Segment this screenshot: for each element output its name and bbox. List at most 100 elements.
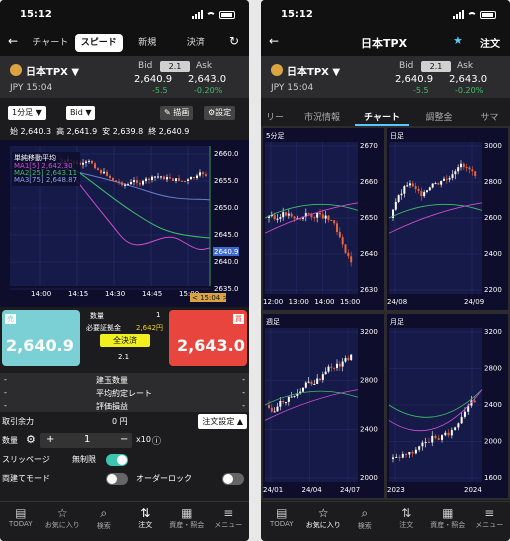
- bottom-nav-label: 検索: [96, 522, 111, 530]
- refresh-icon[interactable]: ↻: [229, 34, 239, 48]
- bottom-nav-item[interactable]: ☆ お気に入り: [42, 502, 84, 541]
- mini-chart-title: 週足: [266, 317, 280, 326]
- y-tick-label: 2400: [360, 425, 378, 433]
- bottom-nav-item[interactable]: ≡ メニュー: [469, 502, 510, 541]
- candle-body: [97, 168, 99, 170]
- mini-chart[interactable]: 週足 3200 2800 2400 2000 24/01 24/04 24/07: [263, 314, 384, 498]
- candle-body: [409, 183, 411, 186]
- page-title: 日本TPX: [361, 37, 408, 50]
- order-settings-button[interactable]: 注文設定 ▲: [198, 414, 247, 429]
- candle-body: [273, 214, 276, 220]
- settings-button[interactable]: ⚙設定: [204, 106, 236, 120]
- bottom-nav-item[interactable]: ☆ お気に入り: [303, 502, 345, 541]
- ohlc-row: 始 2,640.3 高 2,641.9 安 2,639.8 終 2,640.9: [10, 126, 245, 137]
- bottom-nav-item[interactable]: ≡ メニュー: [208, 502, 250, 541]
- price-chart[interactable]: 単純移動平均 MA1[5] 2,642.30 MA2[25] 2,643.11 …: [0, 140, 249, 307]
- minus-icon[interactable]: −: [120, 434, 128, 445]
- candle-body: [88, 160, 90, 162]
- candle-body: [287, 396, 290, 403]
- y-tick-label: 2000: [484, 438, 502, 446]
- battery-icon: [480, 11, 496, 19]
- candle-body: [273, 411, 276, 413]
- back-arrow-icon[interactable]: ←: [269, 34, 279, 48]
- bottom-nav-item[interactable]: ▤ TODAY: [0, 502, 42, 541]
- candle-body: [403, 186, 406, 194]
- candle-body: [94, 163, 96, 169]
- candle-body: [420, 191, 423, 197]
- candle-body: [163, 176, 165, 180]
- order-lock-toggle[interactable]: [222, 473, 244, 485]
- candle-body: [321, 214, 324, 219]
- candle-body: [279, 400, 282, 407]
- candle-body: [462, 163, 465, 168]
- symbol-selector[interactable]: 日本TPX ▼: [26, 63, 79, 78]
- back-arrow-icon[interactable]: ←: [8, 34, 18, 48]
- buy-button[interactable]: 買 2,643.0: [169, 310, 247, 366]
- mini-chart[interactable]: 5分足 2670 2660 2650 2640 2630 12:00 13:00 14:00 15…: [263, 128, 384, 310]
- candle-body: [130, 182, 132, 185]
- candle-body: [145, 178, 147, 181]
- symbol-selector[interactable]: 日本TPX ▼: [287, 63, 340, 78]
- sell-button[interactable]: 売 2,640.9: [2, 310, 80, 366]
- search-icon: ⌕: [100, 506, 108, 520]
- candle-body: [160, 176, 162, 178]
- tab-summary[interactable]: サマ: [469, 104, 510, 126]
- y-tick-label: 2600: [484, 214, 502, 222]
- draw-button[interactable]: ✎ 描画: [160, 106, 194, 120]
- candle-body: [276, 406, 279, 412]
- candle-body: [310, 381, 313, 385]
- bottom-nav: ▤ TODAY ☆ お気に入り ⌕ 検索 ⇅ 注文 ▦ 資産・照会 ≡ メニュー: [261, 501, 510, 541]
- candle-body: [287, 213, 290, 216]
- candle-body: [424, 442, 427, 444]
- bottom-nav-item[interactable]: ▦ 資産・照会: [427, 502, 469, 541]
- tab-new[interactable]: 新規: [123, 34, 172, 52]
- slippage-toggle[interactable]: [106, 454, 128, 466]
- bottom-nav-item[interactable]: ▦ 資産・照会: [166, 502, 208, 541]
- qty-gear-icon[interactable]: ⚙: [26, 433, 36, 446]
- mini-chart[interactable]: 月足 3200 2800 2400 2000 1600 2023 2024: [387, 314, 508, 498]
- info-right-value: -: [242, 375, 245, 384]
- candle-body: [474, 171, 477, 176]
- both-mode-toggle[interactable]: [106, 473, 128, 485]
- y-tick-label: 2670: [360, 142, 378, 150]
- mode-row: 両建てモード オーダーロック: [0, 471, 249, 487]
- tab-speed[interactable]: スピード: [74, 34, 123, 52]
- tab-news[interactable]: リー: [261, 104, 289, 126]
- candle-body: [468, 167, 471, 170]
- tab-chart[interactable]: チャート: [26, 34, 75, 52]
- side-dropdown[interactable]: Bid ▼: [66, 106, 96, 120]
- tab-settle[interactable]: 決済: [172, 34, 221, 52]
- candle-body: [421, 442, 424, 447]
- bottom-nav-item[interactable]: ⇅ 注文: [386, 502, 428, 541]
- qty-stepper-value[interactable]: 1: [84, 434, 90, 445]
- candle-body: [440, 180, 443, 185]
- candle-body: [127, 184, 129, 186]
- bottom-nav-label: TODAY: [8, 520, 33, 528]
- bottom-nav-item[interactable]: ⌕ 検索: [344, 502, 386, 541]
- mini-chart[interactable]: 日足 3000 2800 2600 2400 2200 24/08 24/09: [387, 128, 508, 310]
- timeframe-dropdown[interactable]: 1分足 ▼: [8, 106, 46, 120]
- draw-label: 描画: [173, 108, 190, 117]
- info-tabs: リー 市況情報 チャート 調整金 サマ: [261, 104, 510, 126]
- help-icon[interactable]: ⓘ: [152, 434, 161, 447]
- candle-body: [443, 178, 445, 181]
- plus-icon[interactable]: +: [46, 434, 54, 445]
- top-nav: ← 日本TPX ★ 注文: [261, 30, 510, 56]
- close-all-button[interactable]: 全決済: [100, 334, 150, 347]
- star-icon[interactable]: ★: [453, 34, 463, 47]
- candle-body: [448, 178, 451, 180]
- qty2-label: 数量: [2, 436, 18, 445]
- bottom-nav-item[interactable]: ▤ TODAY: [261, 502, 303, 541]
- x-tick-label: 24/09: [464, 298, 484, 306]
- ma3-label: MA3[75] 2,648.87: [14, 176, 77, 184]
- candle-body: [142, 180, 144, 185]
- order-button[interactable]: 注文: [480, 35, 500, 50]
- candle-body: [473, 400, 476, 403]
- tab-adjustment[interactable]: 調整金: [409, 104, 469, 126]
- tab-market[interactable]: 市況情報: [289, 104, 355, 126]
- candle-body: [347, 252, 350, 257]
- bottom-nav-item[interactable]: ⌕ 検索: [83, 502, 125, 541]
- tab-chart[interactable]: チャート: [355, 104, 409, 126]
- bottom-nav-item[interactable]: ⇅ 注文: [125, 502, 167, 541]
- tab-bar: チャート スピード 新規 決済: [26, 34, 220, 52]
